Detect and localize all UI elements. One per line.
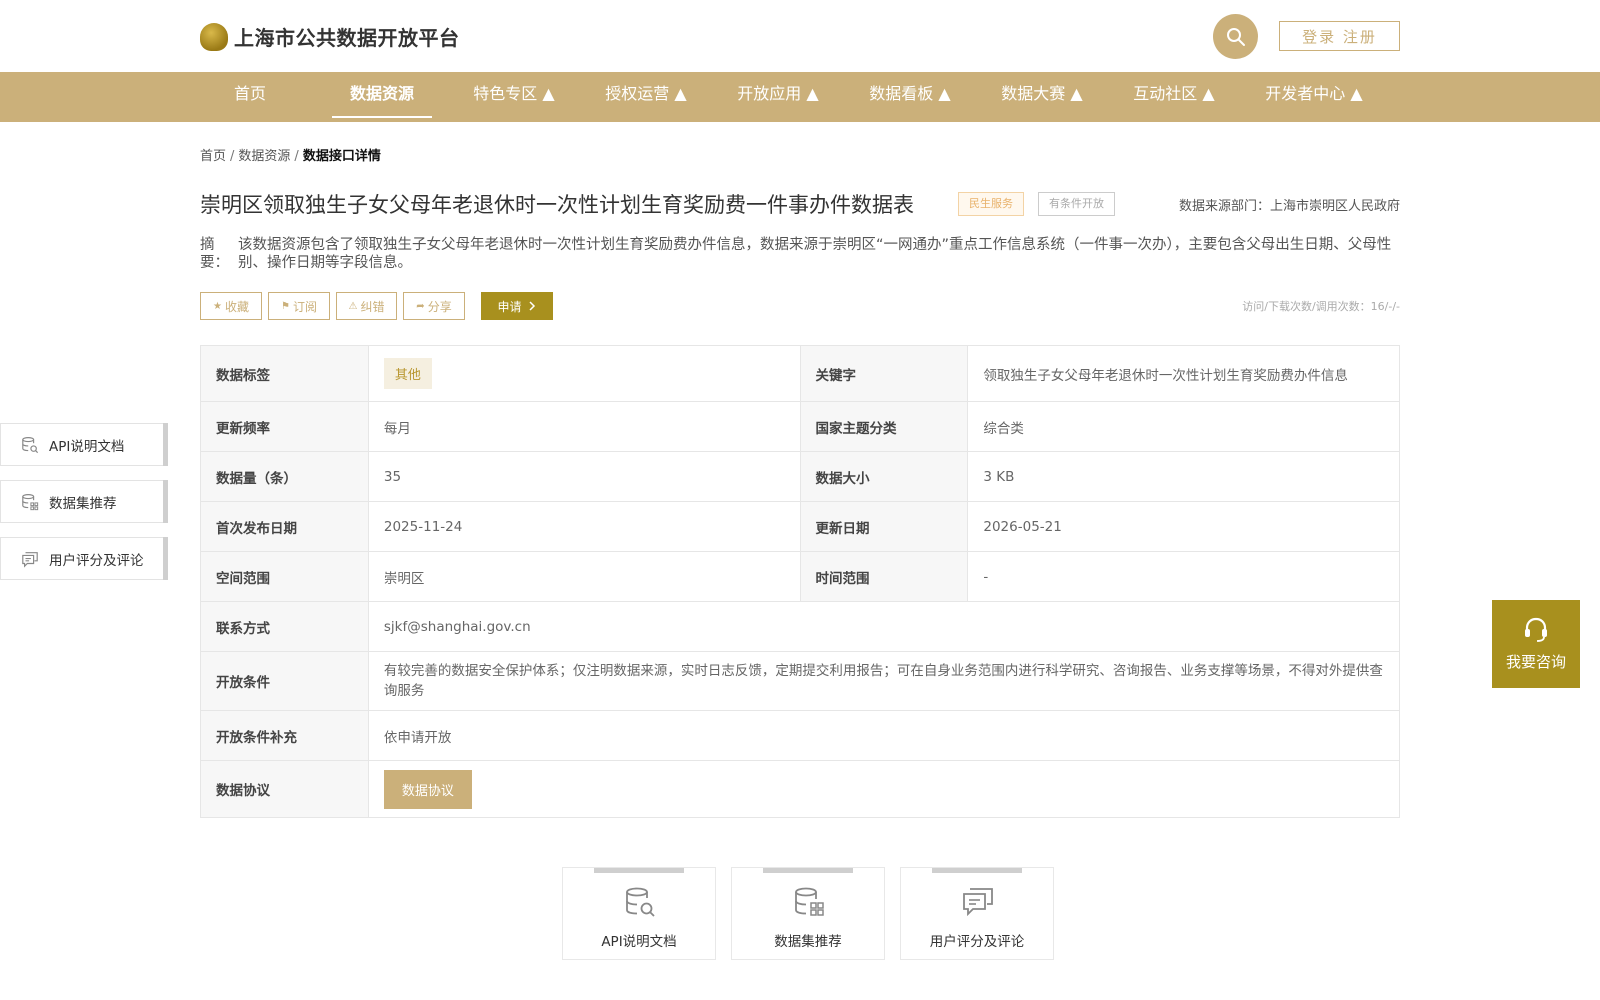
- open-condition-value: 有较完善的数据安全保护体系；仅注明数据来源，实时日志反馈，定期提交利用报告；可在…: [369, 652, 1400, 710]
- dataset-info-table: 数据标签 其他 关键字 领取独生子女父母年老退休时一次性计划生育奖励费办件信息 …: [200, 345, 1400, 818]
- abstract-text: 该数据资源包含了领取独生子女父母年老退休时一次性计划生育奖励费办件信息，数据来源…: [238, 237, 1392, 271]
- dataset-title: 崇明区领取独生子女父母年老退休时一次性计划生育奖励费一件事办件数据表: [200, 193, 914, 217]
- correct-button[interactable]: ⚠ 纠错: [336, 292, 397, 320]
- record-count-label: 数据量（条）: [201, 452, 369, 501]
- time-range-value: -: [968, 552, 1400, 601]
- theme-label: 国家主题分类: [800, 402, 969, 451]
- table-row: 首次发布日期 2025-11-24 更新日期 2026-05-21: [201, 502, 1400, 552]
- breadcrumb-current: 数据接口详情: [302, 149, 381, 164]
- comment-icon: [963, 888, 993, 917]
- side-rating-comments[interactable]: 用户评分及评论: [0, 537, 168, 580]
- spatial-range-label: 空间范围: [201, 552, 369, 601]
- database-search-icon: [22, 436, 39, 453]
- database-grid-icon: [795, 887, 824, 916]
- table-row: 更新频率 每月 国家主题分类 综合类: [201, 402, 1400, 452]
- collect-button[interactable]: ★ 收藏: [200, 292, 262, 320]
- side-dataset-recommend[interactable]: 数据集推荐: [0, 480, 168, 523]
- data-protocol-button[interactable]: 数据协议: [383, 769, 472, 809]
- record-count-value: 35: [369, 452, 801, 501]
- protocol-value: 数据协议: [369, 761, 1400, 817]
- tag-badge[interactable]: 其他: [383, 358, 432, 389]
- update-date-label: 更新日期: [800, 502, 969, 551]
- nav-home[interactable]: 首页: [200, 72, 300, 122]
- site-title: 上海市公共数据开放平台: [234, 26, 460, 50]
- abstract-label: 摘 要：: [200, 237, 229, 271]
- nav-data-dashboard[interactable]: 数据看板 ▲: [860, 72, 960, 122]
- nav-authorized-operation[interactable]: 授权运营 ▲: [596, 72, 696, 122]
- nav-special-zone[interactable]: 特色专区 ▲: [464, 72, 564, 122]
- card-api-doc-label: API说明文档: [601, 934, 677, 950]
- data-size-value: 3 KB: [968, 452, 1400, 501]
- open-condition-supplement-value: 依申请开放: [369, 711, 1400, 760]
- spatial-range-value: 崇明区: [369, 552, 801, 601]
- table-row: 空间范围 崇明区 时间范围 -: [201, 552, 1400, 602]
- keywords-label: 关键字: [800, 346, 969, 401]
- breadcrumb: 首页 / 数据资源 / 数据接口详情: [200, 149, 381, 164]
- nav-data-resources[interactable]: 数据资源: [332, 72, 432, 122]
- login-register-button[interactable]: 登录 注册: [1279, 21, 1400, 51]
- breadcrumb-home[interactable]: 首页: [200, 149, 226, 164]
- keywords-value: 领取独生子女父母年老退休时一次性计划生育奖励费办件信息: [968, 346, 1400, 401]
- open-condition-supplement-label: 开放条件补充: [201, 711, 369, 760]
- table-row: 数据协议 数据协议: [201, 761, 1400, 818]
- consult-label: 我要咨询: [1505, 652, 1566, 671]
- table-row: 联系方式 sjkf@shanghai.gov.cn: [201, 602, 1400, 652]
- nav-developer-center[interactable]: 开发者中心 ▲: [1256, 72, 1372, 122]
- side-dataset-recommend-label: 数据集推荐: [49, 495, 117, 512]
- card-rating-comments[interactable]: 用户评分及评论: [900, 867, 1054, 960]
- share-icon: ➦: [416, 300, 425, 312]
- open-condition-label: 开放条件: [201, 652, 369, 710]
- search-button[interactable]: [1213, 14, 1258, 59]
- warning-icon: ⚠: [348, 300, 358, 312]
- card-dataset-recommend-label: 数据集推荐: [774, 934, 842, 950]
- protocol-label: 数据协议: [201, 761, 369, 817]
- data-source-department: 数据来源部门：上海市崇明区人民政府: [1178, 199, 1400, 214]
- header: 上海市公共数据开放平台 登录 注册: [0, 0, 1600, 72]
- contact-value: sjkf@shanghai.gov.cn: [369, 602, 1400, 651]
- time-range-label: 时间范围: [800, 552, 969, 601]
- database-search-icon: [626, 887, 655, 917]
- apply-button[interactable]: 申请: [481, 292, 553, 320]
- nav-data-contest[interactable]: 数据大赛 ▲: [992, 72, 1092, 122]
- data-size-label: 数据大小: [800, 452, 969, 501]
- frequency-label: 更新频率: [201, 402, 369, 451]
- theme-value: 综合类: [968, 402, 1400, 451]
- table-row: 数据量（条） 35 数据大小 3 KB: [201, 452, 1400, 502]
- visit-download-call-counts: 访问/下载次数/调用次数：16/-/-: [1242, 300, 1400, 313]
- contact-label: 联系方式: [201, 602, 369, 651]
- table-row: 开放条件 有较完善的数据安全保护体系；仅注明数据来源，实时日志反馈，定期提交利用…: [201, 652, 1400, 711]
- star-icon: ★: [213, 300, 222, 312]
- card-rating-comments-label: 用户评分及评论: [929, 934, 1025, 950]
- main-nav: 首页 数据资源 特色专区 ▲ 授权运营 ▲ 开放应用 ▲ 数据看板 ▲ 数据大赛…: [0, 72, 1600, 122]
- subscribe-button[interactable]: ⚑ 订阅: [268, 292, 330, 320]
- tags-label: 数据标签: [201, 346, 369, 401]
- card-api-doc[interactable]: API说明文档: [562, 867, 716, 960]
- flag-icon: ⚑: [281, 300, 290, 312]
- tag-open-condition: 有条件开放: [1038, 192, 1115, 216]
- site-logo[interactable]: 上海市公共数据开放平台: [200, 22, 460, 51]
- side-api-doc[interactable]: API说明文档: [0, 423, 168, 466]
- card-dataset-recommend[interactable]: 数据集推荐: [731, 867, 885, 960]
- search-icon: [1226, 27, 1245, 46]
- logo-emblem-icon: [200, 22, 228, 51]
- frequency-value: 每月: [369, 402, 801, 451]
- nav-community[interactable]: 互动社区 ▲: [1124, 72, 1224, 122]
- consult-button[interactable]: 我要咨询: [1492, 600, 1580, 688]
- nav-open-apps[interactable]: 开放应用 ▲: [728, 72, 828, 122]
- side-api-doc-label: API说明文档: [49, 438, 125, 455]
- comment-icon: [22, 551, 38, 568]
- share-button[interactable]: ➦ 分享: [403, 292, 465, 320]
- table-row: 数据标签 其他 关键字 领取独生子女父母年老退休时一次性计划生育奖励费办件信息: [201, 346, 1400, 402]
- side-rating-comments-label: 用户评分及评论: [49, 552, 144, 569]
- update-date-value: 2026-05-21: [968, 502, 1400, 551]
- table-row: 开放条件补充 依申请开放: [201, 711, 1400, 761]
- first-publish-label: 首次发布日期: [201, 502, 369, 551]
- tag-service: 民生服务: [958, 192, 1024, 216]
- tags-value: 其他: [369, 346, 801, 401]
- headset-icon: [1525, 617, 1547, 642]
- database-grid-icon: [22, 493, 39, 510]
- first-publish-value: 2025-11-24: [369, 502, 801, 551]
- chevron-right-icon: [528, 301, 535, 311]
- breadcrumb-section[interactable]: 数据资源: [238, 149, 290, 164]
